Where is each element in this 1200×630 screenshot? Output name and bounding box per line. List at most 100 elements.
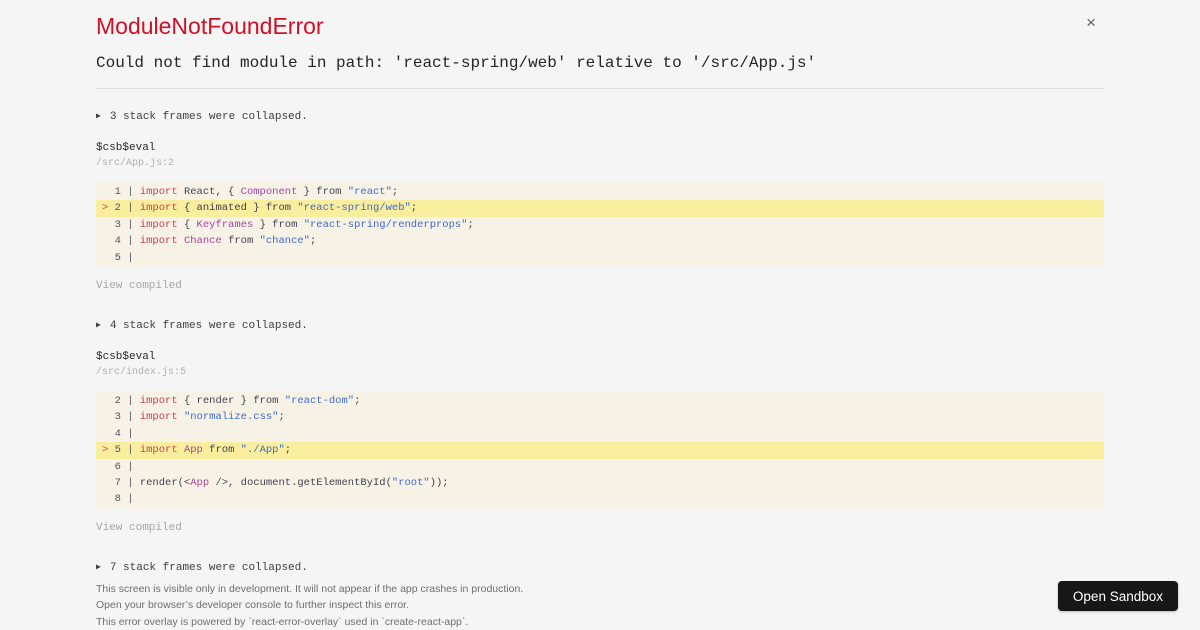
code-token: "react-dom" xyxy=(284,395,355,408)
gutter-spacer xyxy=(102,235,115,247)
code-token: ; xyxy=(278,411,285,424)
collapsed-frames-label: 3 stack frames were collapsed. xyxy=(109,111,308,123)
code-token: render(< xyxy=(139,477,191,490)
code-token: ; xyxy=(391,186,399,198)
stack-frame: $csb$eval/src/App.js:2 1 | import React,… xyxy=(96,141,1104,293)
line-number: 2 | xyxy=(114,202,140,215)
code-token: "root" xyxy=(391,477,430,490)
gutter-spacer xyxy=(102,461,115,473)
collapsed-frames-toggle[interactable]: ▶ 7 stack frames were collapsed. xyxy=(96,560,1104,576)
line-number: 3 | xyxy=(114,411,140,424)
code-line: 8 | xyxy=(96,491,1104,507)
code-token: from xyxy=(202,444,241,457)
gutter-spacer xyxy=(102,411,115,423)
line-number: 1 | xyxy=(114,186,140,198)
line-number: 5 | xyxy=(114,251,140,264)
stack-frame: $csb$eval/src/index.js:5 2 | import { re… xyxy=(96,350,1104,535)
code-token: "react" xyxy=(347,186,392,198)
code-frame: 1 | import React, { Component } from "re… xyxy=(96,182,1104,269)
code-token: React, { xyxy=(177,186,241,198)
code-token: import xyxy=(139,444,178,457)
open-sandbox-button[interactable]: Open Sandbox xyxy=(1057,581,1178,611)
view-compiled-link[interactable]: View compiled xyxy=(96,279,182,293)
code-token: "react-spring/web" xyxy=(297,202,411,215)
highlight-marker: > xyxy=(102,202,115,215)
collapsed-frames-label: 4 stack frames were collapsed. xyxy=(109,320,308,333)
gutter-spacer xyxy=(102,252,115,264)
code-token: import xyxy=(139,235,178,248)
footer-line-console: Open your browser’s developer console to… xyxy=(96,599,410,612)
code-line: 7 | render(<App />, document.getElementB… xyxy=(96,475,1104,491)
code-token: Component xyxy=(240,186,298,198)
collapsed-frames-label: 7 stack frames were collapsed. xyxy=(109,561,308,574)
frame-function-name: $csb$eval xyxy=(96,142,156,154)
code-token: } from xyxy=(253,218,304,231)
collapsed-frames-toggle[interactable]: ▶ 4 stack frames were collapsed. xyxy=(96,318,1104,334)
code-token: { animated } from xyxy=(177,202,298,215)
divider xyxy=(96,88,1104,89)
code-token: { xyxy=(177,218,197,231)
view-compiled-link[interactable]: View compiled xyxy=(96,521,182,535)
code-token: ; xyxy=(467,218,474,231)
close-icon[interactable]: × xyxy=(1086,14,1096,31)
frame-function-name: $csb$eval xyxy=(96,351,156,364)
code-token: />, document.getElementById( xyxy=(209,477,392,490)
code-token: "chance" xyxy=(259,235,310,248)
line-number: 7 | xyxy=(114,477,140,490)
code-token: Keyframes xyxy=(196,218,254,231)
frame-file-location: /src/App.js:2 xyxy=(96,158,175,169)
highlight-marker: > xyxy=(102,444,115,457)
code-token: ; xyxy=(354,395,361,408)
line-number: 6 | xyxy=(114,460,140,473)
code-token: ; xyxy=(410,202,418,215)
code-token: ; xyxy=(284,444,292,457)
code-token: "react-spring/renderprops" xyxy=(303,218,468,231)
code-line: 4 | import Chance from "chance"; xyxy=(96,233,1104,249)
code-token: from xyxy=(221,235,260,248)
line-number: 3 | xyxy=(114,218,140,231)
gutter-spacer xyxy=(102,428,115,440)
code-token: Chance xyxy=(183,235,222,248)
collapsed-frames-toggle[interactable]: ▶ 3 stack frames were collapsed. xyxy=(96,109,1104,125)
code-line: 1 | import React, { Component } from "re… xyxy=(96,184,1104,200)
code-token: } from xyxy=(297,186,348,198)
code-line: 2 | import { render } from "react-dom"; xyxy=(96,393,1104,409)
error-overlay: × ModuleNotFoundError Could not find mod… xyxy=(96,0,1104,630)
footer-line-dev: This screen is visible only in developme… xyxy=(96,582,524,595)
code-token: import xyxy=(139,411,178,424)
line-number: 8 | xyxy=(114,493,140,506)
footer-line-powered: This error overlay is powered by `react-… xyxy=(96,615,469,628)
code-token: ; xyxy=(310,235,317,248)
code-token: { render } from xyxy=(177,395,285,408)
gutter-spacer xyxy=(102,219,115,231)
line-number: 4 | xyxy=(114,427,140,440)
code-token: App xyxy=(183,444,203,457)
code-token: import xyxy=(139,186,178,198)
code-token: import xyxy=(139,218,178,231)
footer-note: This screen is visible only in developme… xyxy=(96,581,1104,630)
collapse-arrow-icon: ▶ xyxy=(96,112,101,121)
code-token: import xyxy=(139,202,178,215)
code-frame: 2 | import { render } from "react-dom"; … xyxy=(96,391,1104,510)
line-number: 5 | xyxy=(114,444,140,457)
collapse-arrow-icon: ▶ xyxy=(96,562,101,572)
code-line: > 5 | import App from "./App"; xyxy=(96,442,1104,459)
collapse-arrow-icon: ▶ xyxy=(96,321,101,331)
code-token: App xyxy=(190,477,210,490)
code-line: 5 | xyxy=(96,250,1104,266)
line-number: 2 | xyxy=(114,395,140,408)
stack-sections: ▶ 3 stack frames were collapsed. $csb$eval… xyxy=(96,109,1104,576)
gutter-spacer xyxy=(102,395,115,407)
gutter-spacer xyxy=(102,493,115,505)
code-line: 4 | xyxy=(96,426,1104,442)
code-line: 3 | import "normalize.css"; xyxy=(96,409,1104,425)
code-line: > 2 | import { animated } from "react-sp… xyxy=(96,200,1104,217)
code-token: "./App" xyxy=(240,444,285,457)
line-number: 4 | xyxy=(114,235,140,248)
error-title: ModuleNotFoundError xyxy=(96,13,324,39)
code-token: "normalize.css" xyxy=(183,411,279,424)
frame-file-location: /src/index.js:5 xyxy=(96,367,187,379)
gutter-spacer xyxy=(102,477,115,489)
error-message: Could not find module in path: 'react-sp… xyxy=(96,54,817,72)
code-token: import xyxy=(139,395,178,408)
